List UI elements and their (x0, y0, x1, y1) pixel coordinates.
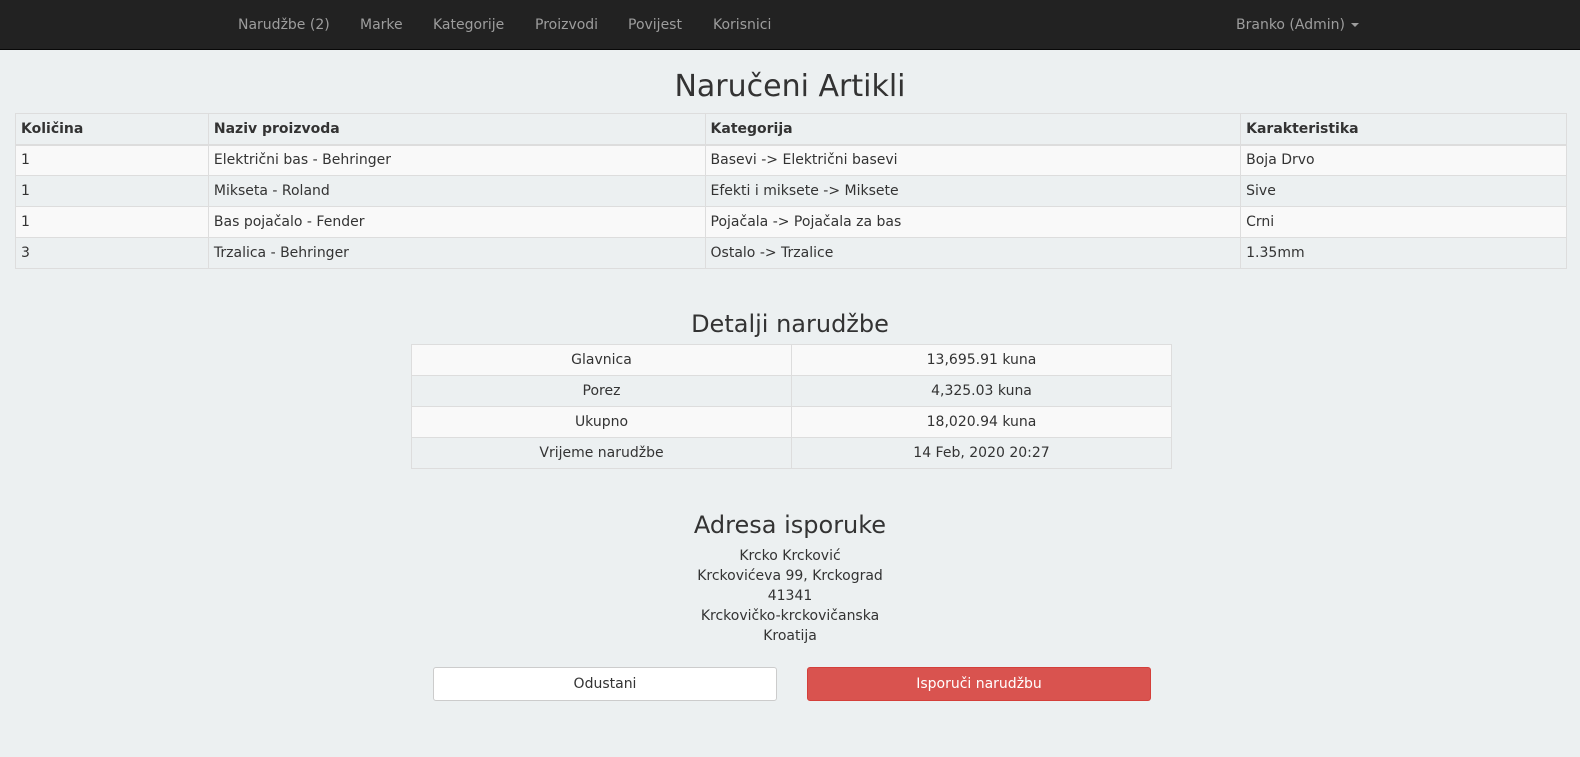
cell-quantity: 1 (15, 206, 209, 238)
cell-category: Pojačala -> Pojačala za bas (704, 206, 1242, 238)
cell-product-name: Električni bas - Behringer (207, 144, 706, 176)
table-row: 3 Trzalica - Behringer Ostalo -> Trzalic… (15, 237, 1567, 269)
page-title: Naručeni Artikli (674, 69, 906, 104)
column-header-product-name: Naziv proizvoda (207, 113, 706, 146)
details-row-order-time: Vrijeme narudžbe 14 Feb, 2020 20:27 (411, 437, 1172, 469)
address-postal-code: 41341 (767, 588, 813, 604)
cell-quantity: 3 (15, 237, 209, 269)
column-header-quantity: Količina (15, 113, 209, 146)
cell-category: Efekti i miksete -> Miksete (704, 175, 1242, 207)
user-menu-label: Branko (Admin) (1236, 17, 1345, 33)
cell-quantity: 1 (15, 144, 209, 176)
address-country: Kroatija (763, 628, 817, 644)
details-row-subtotal: Glavnica 13,695.91 kuna (411, 344, 1172, 376)
cell-product-name: Bas pojačalo - Fender (207, 206, 706, 238)
column-header-attribute: Karakteristika (1240, 113, 1567, 146)
nav-item-history[interactable]: Povijest (628, 0, 682, 50)
details-value: 4,325.03 kuna (791, 375, 1172, 407)
table-row: 1 Bas pojačalo - Fender Pojačala -> Poja… (15, 206, 1567, 238)
details-row-tax: Porez 4,325.03 kuna (411, 375, 1172, 407)
address-name: Krcko Krcković (739, 548, 841, 564)
ship-order-button[interactable]: Isporuči narudžbu (807, 667, 1151, 701)
order-details-table: Glavnica 13,695.91 kuna Porez 4,325.03 k… (411, 344, 1172, 469)
cell-category: Ostalo -> Trzalice (704, 237, 1242, 269)
address-street: Krckovićeva 99, Krckograd (697, 568, 883, 584)
table-header-row: Količina Naziv proizvoda Kategorija Kara… (15, 113, 1567, 146)
cell-quantity: 1 (15, 175, 209, 207)
details-label: Glavnica (411, 344, 792, 376)
nav-item-categories[interactable]: Kategorije (433, 0, 504, 50)
details-value: 14 Feb, 2020 20:27 (791, 437, 1172, 469)
order-details-title: Detalji narudžbe (691, 310, 889, 338)
cancel-button[interactable]: Odustani (433, 667, 777, 701)
cell-attribute: Sive (1240, 175, 1567, 207)
details-value: 13,695.91 kuna (791, 344, 1172, 376)
nav-item-products[interactable]: Proizvodi (535, 0, 598, 50)
cell-product-name: Trzalica - Behringer (207, 237, 706, 269)
details-row-total: Ukupno 18,020.94 kuna (411, 406, 1172, 438)
user-menu-toggle[interactable]: Branko (Admin) (1236, 0, 1359, 50)
top-navbar: Narudžbe (2) Marke Kategorije Proizvodi … (0, 0, 1580, 50)
cell-attribute: Crni (1240, 206, 1567, 238)
column-header-category: Kategorija (704, 113, 1242, 146)
table-row: 1 Električni bas - Behringer Basevi -> E… (15, 144, 1567, 176)
cell-product-name: Mikseta - Roland (207, 175, 706, 207)
nav-item-users[interactable]: Korisnici (713, 0, 771, 50)
shipping-address: Krcko Krcković Krckovićeva 99, Krckograd… (0, 546, 1580, 646)
details-value: 18,020.94 kuna (791, 406, 1172, 438)
cell-attribute: 1.35mm (1240, 237, 1567, 269)
cell-category: Basevi -> Električni basevi (704, 144, 1242, 176)
details-label: Vrijeme narudžbe (411, 437, 792, 469)
nav-item-brands[interactable]: Marke (360, 0, 403, 50)
shipping-address-title: Adresa isporuke (693, 511, 887, 539)
cell-attribute: Boja Drvo (1240, 144, 1567, 176)
address-county: Krckovičko-krckovičanska (700, 608, 880, 624)
caret-down-icon (1350, 23, 1359, 27)
table-row: 1 Mikseta - Roland Efekti i miksete -> M… (15, 175, 1567, 207)
details-label: Ukupno (411, 406, 792, 438)
nav-item-orders[interactable]: Narudžbe (2) (238, 0, 330, 50)
details-label: Porez (411, 375, 792, 407)
ordered-items-table: Količina Naziv proizvoda Kategorija Kara… (15, 113, 1567, 269)
